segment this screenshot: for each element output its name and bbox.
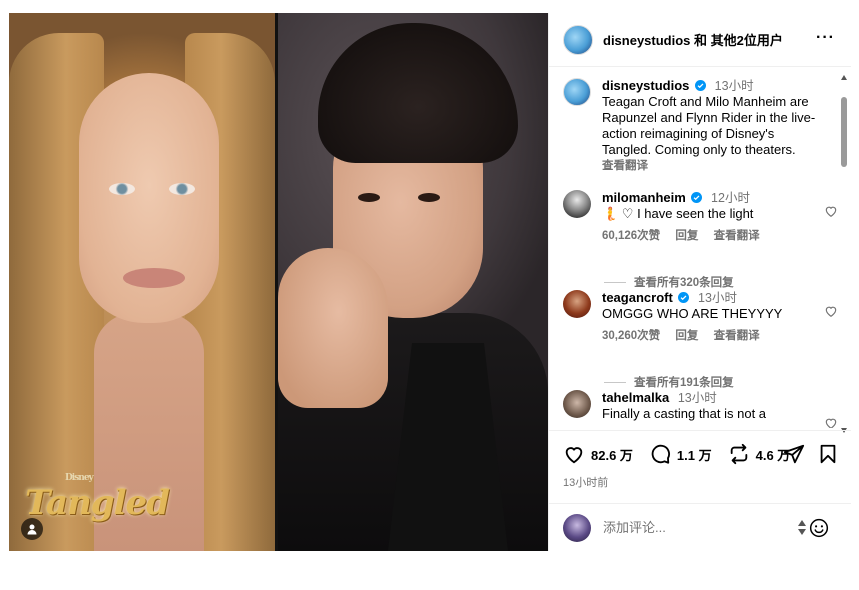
header-title[interactable]: disneystudios 和 其他2位用户 (603, 30, 783, 49)
avatar[interactable] (563, 24, 593, 55)
comment-composer (549, 503, 851, 551)
verified-icon (691, 192, 703, 203)
translate-link[interactable]: 查看翻译 (714, 230, 760, 242)
like-button[interactable]: 82.6 万 (563, 443, 633, 465)
comment-text: Finally a casting that is not a (602, 406, 767, 421)
verified-icon (695, 80, 707, 91)
comment-button[interactable]: 1.1 万 (649, 443, 712, 465)
comment-likes[interactable]: 30,260次赞 (602, 330, 660, 342)
comment-username[interactable]: tahelmalka (602, 390, 669, 405)
post-media[interactable]: Disney Tangled (9, 13, 548, 551)
view-replies-button[interactable]: 查看所有320条回复 (604, 274, 734, 290)
reply-button[interactable]: 回复 (675, 230, 698, 242)
person-icon (27, 524, 37, 535)
post-header: disneystudios 和 其他2位用户 ··· (549, 13, 851, 67)
comment-likes[interactable]: 60,126次赞 (602, 230, 660, 242)
bookmark-icon[interactable] (817, 443, 839, 465)
reply-button[interactable]: 回复 (675, 330, 698, 342)
heart-icon (565, 447, 583, 464)
avatar[interactable] (563, 290, 591, 318)
view-replies-button[interactable]: 查看所有191条回复 (604, 374, 734, 390)
scroll-stepper[interactable] (798, 519, 806, 537)
caption-username[interactable]: disneystudios (602, 78, 689, 93)
avatar (563, 513, 591, 542)
scroll-up-icon[interactable] (841, 75, 847, 80)
heart-icon[interactable] (824, 304, 838, 318)
caption-time: 13小时 (714, 79, 754, 93)
caption-text: Teagan Croft and Milo Manheim are Rapunz… (602, 94, 816, 157)
comment-time: 12小时 (711, 191, 750, 205)
repost-icon (730, 443, 747, 465)
avatar[interactable] (563, 78, 591, 106)
comment-username[interactable]: milomanheim (602, 190, 686, 205)
comment-icon (651, 444, 670, 464)
heart-icon[interactable] (824, 204, 838, 218)
comment-text: 🧜 ♡ I have seen the light (602, 206, 754, 221)
comment-time: 13小时 (698, 291, 737, 305)
scroll-thumb[interactable] (841, 97, 847, 167)
post-sidebar: disneystudios 和 其他2位用户 ··· disneystudios… (548, 13, 851, 551)
photo-teagan: Disney Tangled (9, 13, 275, 551)
comments-scrollbar[interactable] (840, 75, 848, 433)
avatar[interactable] (563, 390, 591, 418)
comment-text: OMGGG WHO ARE THEYYYY (602, 306, 783, 321)
comment-username[interactable]: teagancroft (602, 290, 673, 305)
verified-icon (678, 292, 690, 303)
comments-list[interactable]: disneystudios 13小时 Teagan Croft and Milo… (549, 68, 851, 428)
photo-milo (278, 13, 548, 551)
post-modal: Disney Tangled disneystudios 和 其他2位用户 ··… (9, 13, 851, 551)
tagged-users-button[interactable] (21, 518, 43, 540)
tangled-logo: Disney Tangled (25, 473, 170, 523)
emoji-icon[interactable] (809, 518, 829, 538)
heart-icon[interactable] (824, 416, 838, 428)
comment-count: 1.1 万 (676, 447, 712, 463)
avatar[interactable] (563, 190, 591, 218)
post-timestamp: 13小时前 (563, 477, 609, 489)
share-icon[interactable] (783, 443, 805, 465)
translate-link[interactable]: 查看翻译 (602, 160, 648, 172)
comment-input[interactable] (603, 520, 783, 535)
like-count: 82.6 万 (591, 447, 633, 463)
comment-time: 13小时 (677, 391, 717, 405)
translate-link[interactable]: 查看翻译 (714, 330, 760, 342)
post-actions: 82.6 万 1.1 万 4.6 万 13小时前 (549, 430, 851, 502)
more-options-button[interactable]: ··· (816, 30, 835, 46)
